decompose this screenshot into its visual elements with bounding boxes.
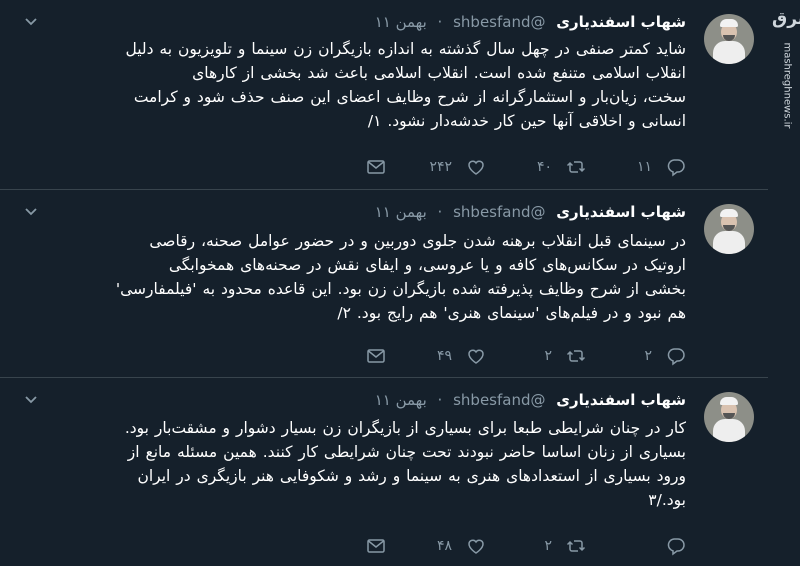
- reply-count: ۱۱: [636, 159, 652, 175]
- tweet[interactable]: شهاب اسفندیاری @shbesfand · بهمن ۱۱ در س…: [0, 190, 768, 378]
- like-count: ۲۴۲: [429, 159, 452, 175]
- tweet-text: کار در چنان شرایطی طبعا برای بسیاری از ب…: [31, 416, 686, 512]
- tweet-text: شاید کمتر صنفی در چهل سال گذشته به انداز…: [26, 37, 686, 133]
- tweet-text-line: انقلاب اسلامی متنفع شده است. انقلاب اسلا…: [192, 64, 686, 82]
- author-handle[interactable]: @shbesfand: [453, 391, 545, 409]
- like-button[interactable]: ۴۸: [437, 535, 486, 557]
- author-name[interactable]: شهاب اسفندیاری: [556, 391, 686, 409]
- avatar[interactable]: [704, 14, 754, 64]
- separator-dot: ·: [437, 13, 443, 31]
- tweet-text-line: کار در چنان شرایطی طبعا برای بسیاری از ب…: [124, 419, 686, 437]
- tweet[interactable]: شهاب اسفندیاری @shbesfand · بهمن ۱۱ کار …: [0, 378, 768, 566]
- reply-icon: [667, 348, 685, 366]
- tweet-text-line: بخشی از شرح وظایف پذیرفته شده بازیگران ز…: [115, 280, 686, 298]
- share-button[interactable]: [366, 535, 386, 557]
- retweet-button[interactable]: ۲: [544, 345, 586, 367]
- reply-button[interactable]: ۱۱: [637, 156, 686, 178]
- retweet-icon: [566, 350, 586, 362]
- tweet-text-line: در سینمای قبل انقلاب برهنه شدن جلوی دورب…: [149, 232, 686, 250]
- tweet-header: شهاب اسفندیاری @shbesfand · بهمن ۱۱: [375, 202, 686, 222]
- tweet-actions: ۲ ۲ ۴۹: [236, 345, 686, 367]
- author-name[interactable]: شهاب اسفندیاری: [556, 203, 686, 221]
- heart-icon: [468, 349, 484, 364]
- heart-icon: [468, 160, 484, 175]
- reply-count: ۲: [644, 348, 652, 364]
- like-count: ۴۹: [436, 348, 452, 364]
- tweet-header: شهاب اسفندیاری @shbesfand · بهمن ۱۱: [375, 12, 686, 32]
- retweet-button[interactable]: ۲: [544, 535, 586, 557]
- tweet-actions: ۱۱ ۴۰ ۲۴۲: [236, 156, 686, 178]
- mail-icon: [367, 160, 385, 174]
- retweet-count: ۴۰: [536, 159, 552, 175]
- watermark: مشرق mashreghnews.ir: [768, 0, 800, 566]
- tweet[interactable]: شهاب اسفندیاری @shbesfand · بهمن ۱۱ شاید…: [0, 0, 768, 190]
- tweet-text-line: ورود بسیاری از استعدادهای هنری به سینما …: [137, 467, 686, 485]
- retweet-button[interactable]: ۴۰: [537, 156, 586, 178]
- chevron-down-icon[interactable]: [22, 390, 40, 408]
- watermark-url: mashreghnews.ir: [781, 42, 793, 129]
- tweet-text-line: بود./۳: [648, 491, 686, 509]
- tweet-thread: شهاب اسفندیاری @shbesfand · بهمن ۱۱ شاید…: [0, 0, 768, 566]
- mail-icon: [367, 539, 385, 553]
- reply-icon: [667, 159, 685, 177]
- avatar[interactable]: [704, 204, 754, 254]
- author-name[interactable]: شهاب اسفندیاری: [556, 13, 686, 31]
- reply-button[interactable]: ۲: [644, 345, 686, 367]
- tweet-date[interactable]: بهمن ۱۱: [375, 203, 427, 221]
- separator-dot: ·: [437, 203, 443, 221]
- author-handle[interactable]: @shbesfand: [453, 13, 545, 31]
- tweet-text-line: انسانی و اخلاقی آنها حین کار خدشه‌دار نش…: [367, 112, 686, 130]
- like-button[interactable]: ۲۴۲: [429, 156, 486, 178]
- heart-icon: [468, 539, 484, 554]
- tweet-text: در سینمای قبل انقلاب برهنه شدن جلوی دورب…: [56, 229, 686, 325]
- separator-dot: ·: [437, 391, 443, 409]
- reply-icon: [667, 538, 685, 556]
- tweet-date[interactable]: بهمن ۱۱: [375, 391, 427, 409]
- chevron-down-icon[interactable]: [22, 12, 40, 30]
- mail-icon: [367, 349, 385, 363]
- like-count: ۴۸: [436, 538, 452, 554]
- chevron-down-icon[interactable]: [22, 202, 40, 220]
- like-button[interactable]: ۴۹: [437, 345, 486, 367]
- tweet-text-line: هم نبود و در فیلم‌های 'سینمای هنری' هم ر…: [337, 304, 686, 322]
- tweet-text-line: اروتیک در سکانس‌های کافه و یا عروسی، و ا…: [168, 256, 686, 274]
- tweet-text-line: بسیاری از زنان اساسا حاضر نبودند تحت چنا…: [127, 443, 686, 461]
- retweet-icon: [566, 540, 586, 552]
- tweet-text-line: سخت، زیان‌بار و استثمارگرانه از شرح وظای…: [133, 88, 686, 106]
- tweet-text-line: شاید کمتر صنفی در چهل سال گذشته به انداز…: [125, 40, 686, 58]
- retweet-count: ۲: [544, 538, 552, 554]
- share-button[interactable]: [366, 156, 386, 178]
- tweet-date[interactable]: بهمن ۱۱: [375, 13, 427, 31]
- share-button[interactable]: [366, 345, 386, 367]
- tweet-header: شهاب اسفندیاری @shbesfand · بهمن ۱۱: [375, 390, 686, 410]
- tweet-actions: ۲ ۴۸: [236, 535, 686, 557]
- reply-button[interactable]: [652, 535, 686, 557]
- retweet-count: ۲: [544, 348, 552, 364]
- avatar[interactable]: [704, 392, 754, 442]
- author-handle[interactable]: @shbesfand: [453, 203, 545, 221]
- retweet-icon: [566, 161, 586, 173]
